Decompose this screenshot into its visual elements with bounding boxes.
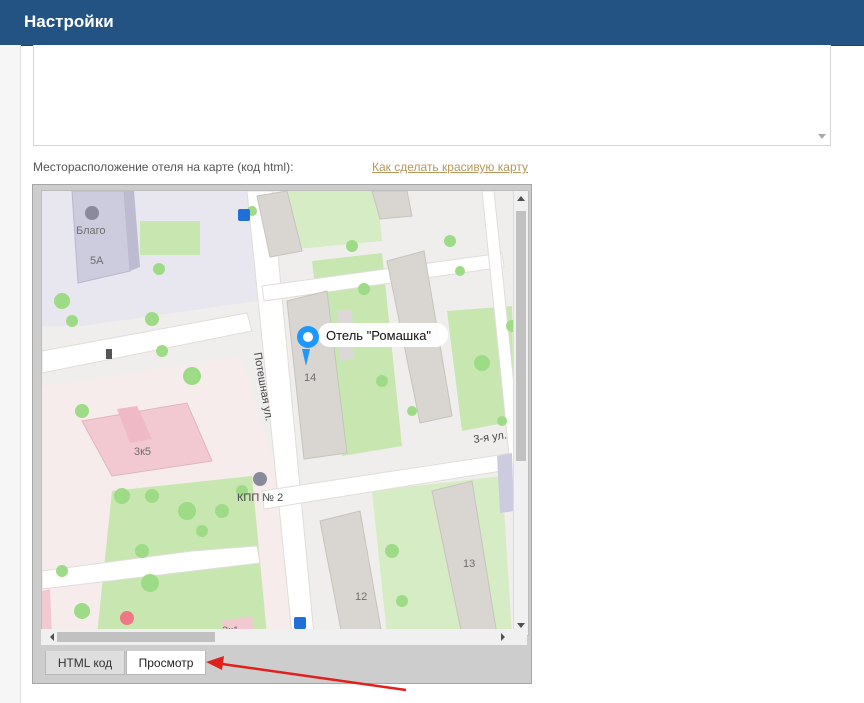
marker-label: Отель "Ромашка": [326, 328, 431, 343]
building-edge: [497, 453, 514, 513]
scrollbar-thumb[interactable]: [516, 211, 526, 461]
tab-preview[interactable]: Просмотр: [126, 651, 206, 675]
map-canvas[interactable]: Благо 5А 3к5 КПП № 2 Потешная ул. 3-я ул…: [42, 191, 528, 635]
map-location-label: Месторасположение отеля на карте (код ht…: [33, 160, 294, 174]
app-header: Настройки: [0, 0, 864, 46]
description-textarea[interactable]: [33, 45, 831, 146]
textarea-scrollbar[interactable]: [814, 45, 830, 145]
left-rail: [0, 45, 21, 703]
scroll-down-arrow-icon[interactable]: [818, 134, 826, 139]
scrollbar-thumb: [57, 632, 215, 642]
label-14: 14: [304, 372, 316, 384]
label-13: 13: [463, 558, 475, 570]
label-12: 12: [355, 591, 367, 603]
page-title: Настройки: [24, 12, 114, 31]
map-preview[interactable]: Благо 5А 3к5 КПП № 2 Потешная ул. 3-я ул…: [41, 190, 529, 636]
label-5a: 5А: [90, 255, 104, 267]
tab-html-code[interactable]: HTML код: [45, 651, 125, 675]
barrier-icon: [106, 349, 112, 359]
park-area: [287, 191, 382, 249]
school-icon: [85, 206, 99, 220]
bus-stop-icon: [294, 617, 306, 629]
label-kpp: КПП № 2: [237, 492, 283, 504]
map-horizontal-scrollbar[interactable]: [41, 629, 527, 645]
scroll-up-arrow-icon[interactable]: [517, 196, 525, 201]
building-school: [71, 191, 131, 284]
map-vertical-scrollbar[interactable]: [513, 191, 528, 635]
medical-icon: [120, 611, 134, 625]
park-area: [140, 221, 200, 255]
label-blago: Благо: [76, 225, 106, 237]
map-editor-widget: Благо 5А 3к5 КПП № 2 Потешная ул. 3-я ул…: [32, 184, 532, 684]
scroll-down-arrow-icon[interactable]: [517, 623, 525, 628]
checkpoint-icon: [253, 472, 267, 486]
bus-stop-icon: [238, 209, 250, 221]
label-3k5: 3к5: [134, 446, 151, 458]
pretty-map-help-link[interactable]: Как сделать красивую карту: [372, 160, 528, 174]
